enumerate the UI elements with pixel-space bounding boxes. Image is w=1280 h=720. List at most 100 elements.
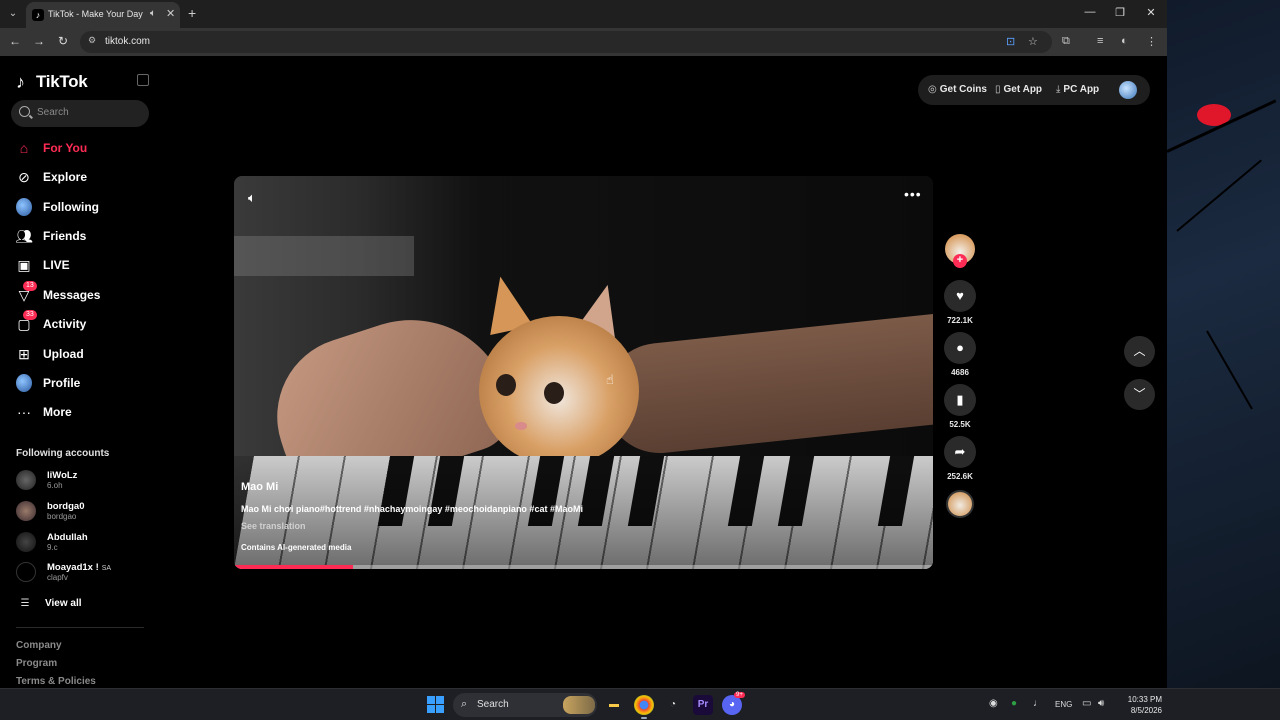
profile-icon[interactable]: ◐	[1121, 35, 1128, 47]
volume-icon[interactable]: 🔊︎	[1098, 698, 1104, 709]
new-tab-button[interactable]: +	[188, 5, 196, 21]
search-input[interactable]: Search	[11, 100, 149, 127]
nav-for-you[interactable]: ⌂ For You	[16, 137, 87, 159]
account-avatar	[16, 532, 36, 552]
comment-icon: ●	[956, 340, 964, 355]
app-icon[interactable]: ◔	[663, 695, 683, 715]
nav-messages[interactable]: ▽ 13 Messages	[16, 281, 100, 306]
browser-tab-bar: ⌄ ♪ TikTok - Make Your Day 🔈︎ ✕ + — ❐ ✕	[0, 0, 1167, 28]
get-app-label: Get App	[1003, 84, 1043, 95]
coin-icon: ◎	[928, 84, 937, 95]
video-progress-bar[interactable]	[234, 565, 353, 569]
footer-link-program[interactable]: Program	[16, 658, 57, 669]
account-handle: 9.c	[47, 543, 58, 552]
nav-profile[interactable]: Profile	[16, 372, 80, 394]
footer-link-company[interactable]: Company	[16, 640, 62, 651]
get-app-button[interactable]: ▯ Get App	[995, 84, 1042, 95]
user-avatar[interactable]	[1119, 81, 1137, 99]
address-bar[interactable]: ⚙ tiktok.com ⊡ ☆	[80, 31, 1052, 53]
account-name-text: Moayad1x !	[47, 562, 99, 573]
view-all-label: View all	[45, 598, 82, 609]
view-all-button[interactable]: ☰ View all	[16, 598, 82, 609]
nav-more[interactable]: ··· More	[16, 401, 72, 423]
account-avatar	[16, 470, 36, 490]
browser-menu-icon[interactable]: ⋮	[1146, 35, 1157, 48]
see-translation-link[interactable]: See translation	[241, 521, 306, 531]
video-author[interactable]: Mao Mi	[241, 481, 278, 493]
get-coins-button[interactable]: ◎ Get Coins	[928, 84, 987, 95]
next-video-button[interactable]: ﹀	[1124, 379, 1155, 410]
save-button[interactable]: ▮	[944, 384, 976, 416]
music-disc-avatar[interactable]	[946, 490, 974, 518]
nav-label: Activity	[43, 317, 87, 331]
more-options-icon[interactable]: •••	[904, 186, 922, 202]
nav-upload[interactable]: ⊞ Upload	[16, 343, 84, 365]
nav-friends[interactable]: 👥︎ Friends	[15, 225, 86, 247]
nav-following[interactable]: Following	[16, 196, 99, 218]
follow-plus-icon[interactable]: +	[953, 254, 967, 268]
media-controls-icon[interactable]: ≡	[1097, 35, 1103, 47]
url-text: tiktok.com	[105, 36, 151, 47]
list-icon: ☰	[20, 598, 30, 609]
comment-button[interactable]: ●	[944, 332, 976, 364]
start-button[interactable]	[427, 696, 444, 713]
video-frame	[234, 236, 414, 276]
minimize-button[interactable]: —	[1080, 6, 1100, 18]
account-handle: clapfv	[47, 573, 68, 582]
clock-time: 10:33 PM	[1127, 695, 1162, 704]
following-account[interactable]: liWoLz 6.oh	[16, 467, 77, 493]
tab-audio-icon[interactable]: 🔈︎	[150, 8, 156, 19]
previous-video-button[interactable]: ︿	[1124, 336, 1155, 367]
chevron-up-icon: ︿	[1133, 344, 1146, 358]
desktop-background	[1167, 0, 1280, 688]
extensions-icon[interactable]: ⧉	[1062, 35, 1070, 48]
share-button[interactable]: ➦	[944, 436, 976, 468]
install-app-icon[interactable]: ⊡	[1006, 35, 1015, 48]
restore-button[interactable]: ❐	[1110, 6, 1130, 19]
tab-search-button[interactable]: ⌄	[4, 5, 22, 23]
account-tag: SA	[101, 565, 112, 572]
site-info-icon[interactable]: ⚙	[88, 35, 96, 46]
discord-icon[interactable]: ◕	[722, 695, 742, 715]
browser-toolbar: ← → ↻ ⚙ tiktok.com ⊡ ☆ ⧉ ≡ ◐ ⋮	[0, 28, 1167, 56]
chrome-icon[interactable]	[634, 695, 654, 715]
network-icon[interactable]: ▭	[1082, 698, 1091, 709]
back-button[interactable]: ←	[7, 34, 23, 48]
search-placeholder: Search	[37, 107, 69, 118]
file-explorer-icon[interactable]: ▬	[604, 695, 624, 715]
account-name: liWoLz	[47, 470, 78, 481]
volume-icon[interactable]: 🔈︎	[248, 190, 256, 206]
language-indicator[interactable]: ENG	[1055, 700, 1072, 709]
forward-button[interactable]: →	[31, 34, 47, 48]
nav-explore[interactable]: ⊘ Explore	[16, 166, 87, 188]
bookmark-star-icon[interactable]: ☆	[1028, 35, 1038, 48]
reload-button[interactable]: ↻	[55, 34, 71, 48]
home-icon: ⌂	[19, 140, 29, 156]
tray-app-icon[interactable]: ◉	[989, 698, 998, 709]
premiere-pro-icon[interactable]: Pr	[693, 695, 713, 715]
nav-label: More	[43, 405, 72, 419]
tab-close-icon[interactable]: ✕	[166, 7, 175, 20]
discord-badge: 9+	[734, 692, 745, 698]
tiktok-logo[interactable]: ♪ TikTok	[16, 72, 88, 92]
following-account[interactable]: Abdullah 9.c	[16, 529, 88, 555]
following-account[interactable]: Moayad1x ! SA clapfv	[16, 559, 111, 585]
like-count: 722.1K	[947, 316, 973, 325]
live-icon: ▣	[17, 256, 31, 273]
tray-status-icon[interactable]: ●	[1011, 698, 1017, 709]
clock[interactable]: 10:33 PM 8/5/2026	[1112, 694, 1162, 716]
collapse-sidebar-icon[interactable]	[137, 74, 149, 86]
windows-taskbar: ⌕ Search ▬ ◔ Pr ◕ 9+ ◉ ● ♩ ENG ▭ 🔊︎ 10:3…	[0, 688, 1280, 720]
like-button[interactable]: ♥	[944, 280, 976, 312]
nav-live[interactable]: ▣ LIVE	[16, 254, 69, 276]
close-window-button[interactable]: ✕	[1141, 6, 1161, 19]
pc-app-button[interactable]: ⤓ PC App	[1056, 84, 1099, 95]
pc-app-label: PC App	[1063, 84, 1100, 95]
video-player[interactable]: 🔈︎ ••• Mao Mi Mao Mi chơi piano#hottrend…	[234, 176, 933, 569]
browser-tab[interactable]: ♪ TikTok - Make Your Day 🔈︎ ✕	[26, 2, 180, 28]
following-account[interactable]: bordga0 bordgao	[16, 498, 84, 524]
taskbar-search[interactable]: ⌕ Search	[453, 693, 597, 717]
nav-activity[interactable]: ▢ 33 Activity	[16, 310, 87, 335]
microphone-icon[interactable]: ♩	[1033, 698, 1043, 709]
footer-link-terms[interactable]: Terms & Policies	[16, 676, 96, 687]
